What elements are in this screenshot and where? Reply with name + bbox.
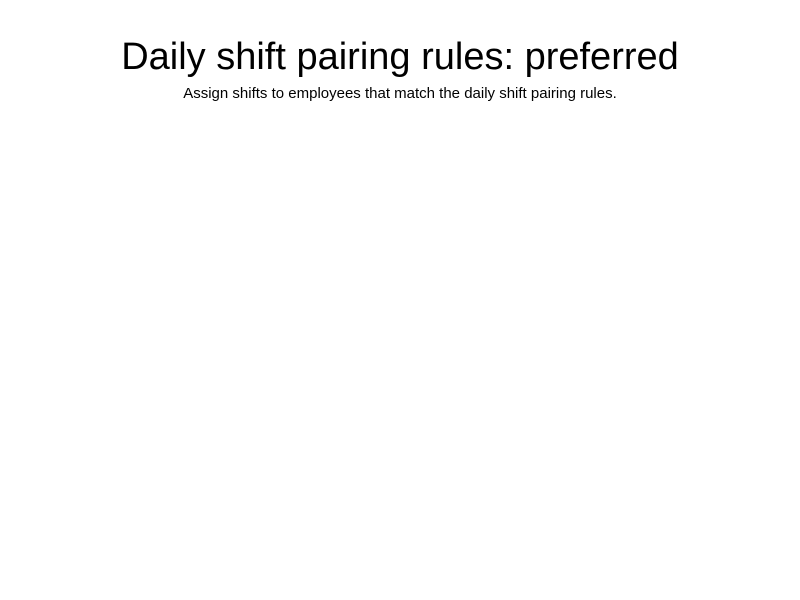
page-subtitle: Assign shifts to employees that match th…: [183, 85, 617, 102]
page: Daily shift pairing rules: preferred Ass…: [0, 0, 800, 600]
page-title: Daily shift pairing rules: preferred: [121, 36, 679, 78]
